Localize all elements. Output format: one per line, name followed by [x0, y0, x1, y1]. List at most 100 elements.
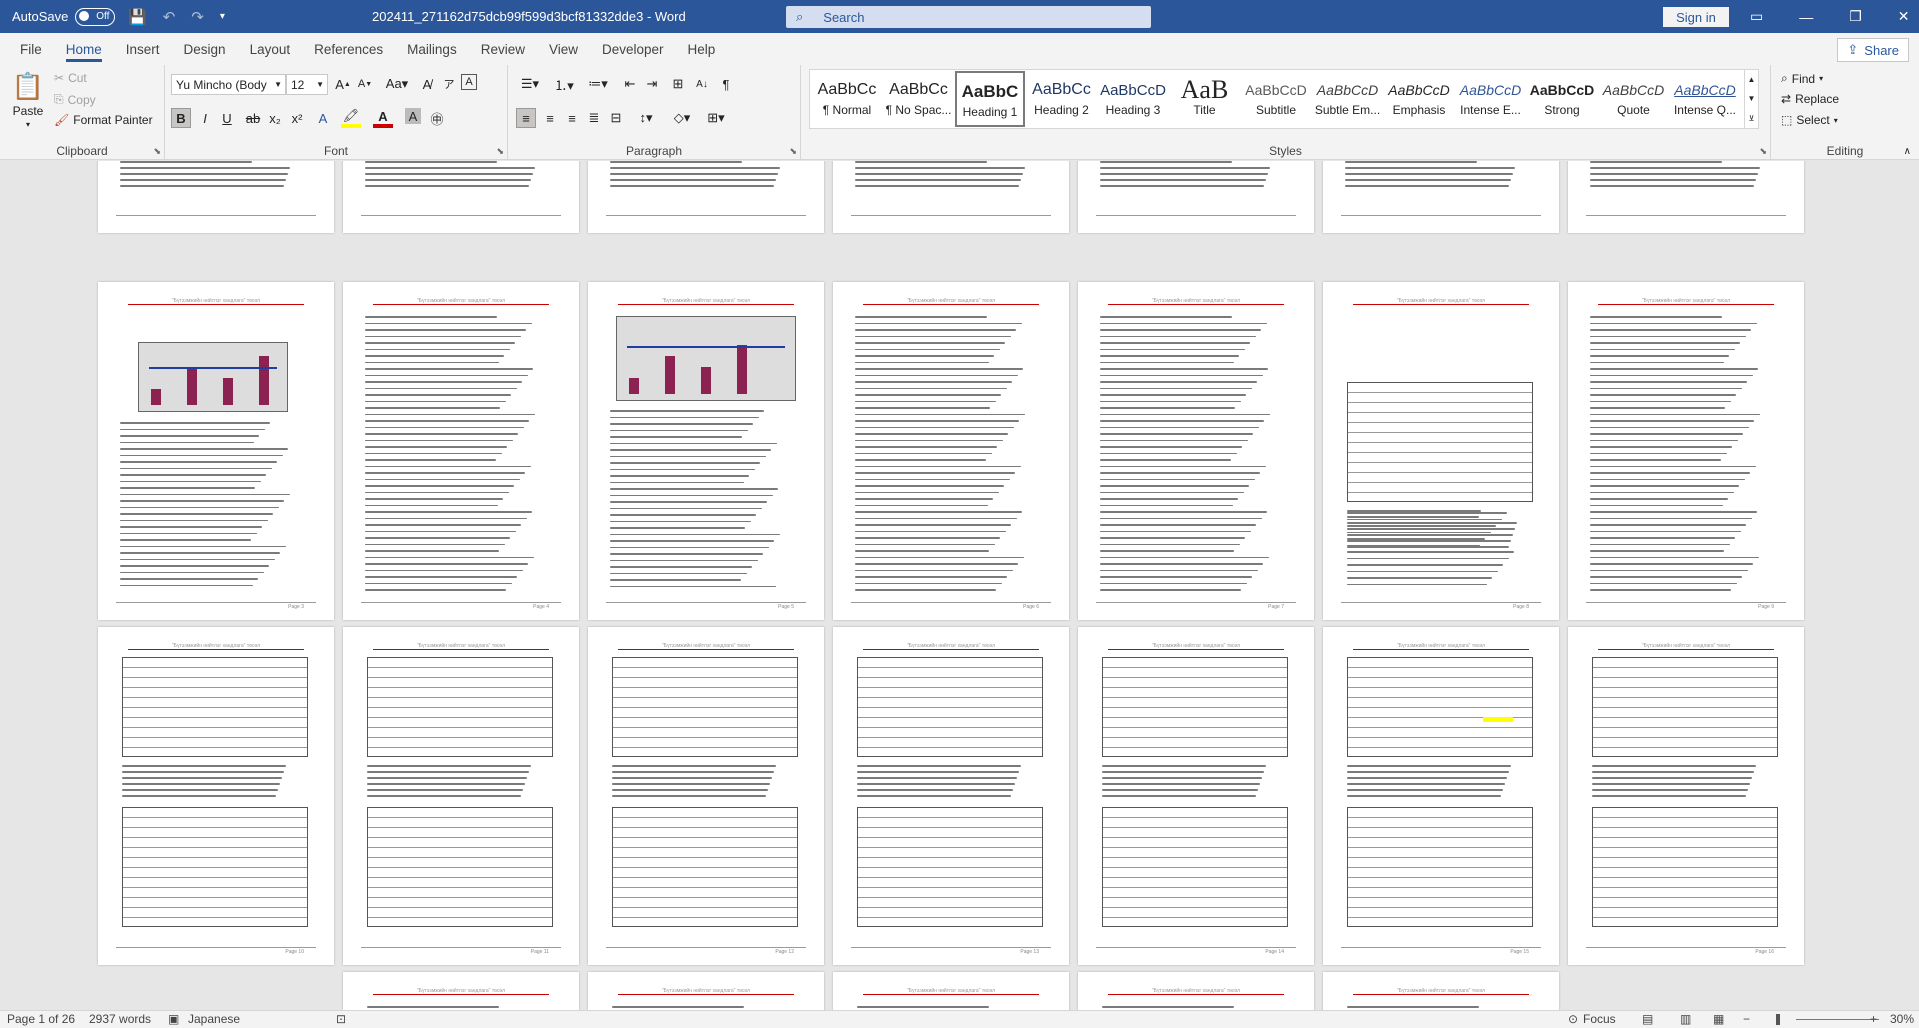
- save-icon[interactable]: 💾: [128, 8, 147, 26]
- cut-button[interactable]: ✂ Cut: [54, 71, 87, 85]
- style-subtitle[interactable]: AaBbCcD Subtitle: [1241, 71, 1311, 127]
- zoom-out-icon[interactable]: −: [1743, 1012, 1750, 1026]
- paragraph-launcher-icon[interactable]: ⬊: [789, 146, 797, 157]
- change-case-icon[interactable]: Aa▾: [383, 74, 411, 94]
- document-table[interactable]: [612, 807, 798, 927]
- document-page[interactable]: "Бүтээмжийн нийтлэг хандлага" төсөл Page …: [1323, 627, 1559, 965]
- document-page[interactable]: [588, 161, 824, 233]
- character-shading-icon[interactable]: A: [405, 108, 421, 124]
- font-launcher-icon[interactable]: ⬊: [496, 146, 504, 157]
- print-layout-icon[interactable]: ▥: [1680, 1012, 1691, 1026]
- line-spacing-icon[interactable]: ↕▾: [632, 108, 660, 128]
- chinese-layout-icon[interactable]: ⊞: [668, 74, 688, 94]
- document-table[interactable]: [612, 657, 798, 757]
- tab-home[interactable]: Home: [54, 33, 114, 65]
- close-icon[interactable]: ✕: [1898, 8, 1910, 25]
- styles-scroll[interactable]: ▲ ▼ ⊻: [1744, 70, 1758, 128]
- style-quote[interactable]: AaBbCcD Quote: [1599, 71, 1669, 127]
- numbering-icon[interactable]: ⒈▾: [550, 74, 578, 94]
- tab-references[interactable]: References: [302, 33, 395, 65]
- document-table[interactable]: [1592, 807, 1778, 927]
- style-heading-1[interactable]: AaBbC Heading 1: [955, 71, 1025, 127]
- distributed-icon[interactable]: ⊟: [606, 108, 626, 128]
- document-page[interactable]: "Бүтээмжийн нийтлэг хандлага" төсөл Page …: [1078, 282, 1314, 620]
- justify-icon[interactable]: ≣: [584, 108, 604, 128]
- find-button[interactable]: ⌕ Find ▾: [1781, 71, 1823, 86]
- undo-icon[interactable]: ↶: [163, 8, 176, 26]
- embedded-chart[interactable]: [616, 316, 796, 401]
- document-page[interactable]: "Бүтээмжийн нийтлэг хандлага" төсөл Page …: [98, 282, 334, 620]
- ribbon-display-icon[interactable]: ▭: [1750, 8, 1763, 25]
- format-painter-button[interactable]: 🖌 Format Painter: [54, 113, 153, 127]
- italic-icon[interactable]: I: [195, 108, 215, 128]
- zoom-in-icon[interactable]: +: [1870, 1012, 1877, 1026]
- font-color-icon[interactable]: A: [373, 108, 393, 128]
- document-table[interactable]: [367, 807, 553, 927]
- phonetic-guide-icon[interactable]: ア: [439, 74, 459, 94]
- decrease-indent-icon[interactable]: ⇤: [620, 74, 640, 94]
- document-table[interactable]: [857, 657, 1043, 757]
- document-page[interactable]: "Бүтээмжийн нийтлэг хандлага" төсөл Page …: [588, 282, 824, 620]
- sort-icon[interactable]: A↓: [692, 74, 712, 94]
- style-heading-2[interactable]: AaBbCc Heading 2: [1027, 71, 1097, 127]
- multilevel-list-icon[interactable]: ≔▾: [584, 74, 612, 94]
- document-table[interactable]: [122, 807, 308, 927]
- shrink-font-icon[interactable]: A ▼: [355, 74, 375, 94]
- document-table[interactable]: [1347, 657, 1533, 757]
- document-page[interactable]: "Бүтээмжийн нийтлэг хандлага" төсөл: [588, 972, 824, 1010]
- font-size-combo[interactable]: 12 ▼: [286, 74, 328, 95]
- document-page[interactable]: "Бүтээмжийн нийтлэг хандлага" төсөл: [1078, 972, 1314, 1010]
- align-right-icon[interactable]: ≡: [562, 108, 582, 128]
- character-border-icon[interactable]: A: [461, 74, 477, 90]
- underline-icon[interactable]: U: [217, 108, 237, 128]
- document-page[interactable]: "Бүтээмжийн нийтлэг хандлага" төсөл Page …: [1568, 627, 1804, 965]
- document-page[interactable]: "Бүтээмжийн нийтлэг хандлага" төсөл Page …: [833, 627, 1069, 965]
- focus-icon[interactable]: ⊙: [1568, 1012, 1578, 1026]
- style-subtle-em[interactable]: AaBbCcD Subtle Em...: [1313, 71, 1383, 127]
- document-page[interactable]: [343, 161, 579, 233]
- clipboard-launcher-icon[interactable]: ⬊: [153, 146, 161, 157]
- document-page[interactable]: [98, 161, 334, 233]
- collapse-ribbon-icon[interactable]: ∧: [1904, 146, 1911, 157]
- subscript-icon[interactable]: x₂: [265, 108, 285, 128]
- zoom-slider-thumb[interactable]: [1776, 1014, 1780, 1025]
- document-page[interactable]: "Бүтээмжийн нийтлэг хандлага" төсөл Page …: [1323, 282, 1559, 620]
- document-page[interactable]: "Бүтээмжийн нийтлэг хандлага" төсөл: [343, 972, 579, 1010]
- document-page[interactable]: [1568, 161, 1804, 233]
- document-page[interactable]: "Бүтээмжийн нийтлэг хандлага" төсөл Page …: [833, 282, 1069, 620]
- macro-recording-icon[interactable]: ⊡: [336, 1012, 346, 1026]
- redo-icon[interactable]: ↷: [191, 8, 204, 26]
- style-intense-q[interactable]: AaBbCcD Intense Q...: [1670, 71, 1740, 127]
- style-heading-3[interactable]: AaBbCcD Heading 3: [1098, 71, 1168, 127]
- borders-icon[interactable]: ⊞▾: [702, 108, 730, 128]
- replace-button[interactable]: ⇄ Replace: [1781, 92, 1839, 106]
- text-effects-icon[interactable]: A: [313, 108, 333, 128]
- zoom-slider[interactable]: [1796, 1019, 1879, 1020]
- strikethrough-icon[interactable]: ab: [243, 108, 263, 128]
- select-button[interactable]: ⬚ Select ▾: [1781, 113, 1838, 127]
- tab-developer[interactable]: Developer: [590, 33, 676, 65]
- document-page[interactable]: "Бүтээмжийн нийтлэг хандлага" төсөл Page …: [1078, 627, 1314, 965]
- clear-formatting-icon[interactable]: A̸: [417, 74, 437, 94]
- customize-qat-icon[interactable]: ▾: [220, 11, 225, 22]
- sign-in-button[interactable]: Sign in: [1663, 7, 1729, 27]
- style-emphasis[interactable]: AaBbCcD Emphasis: [1384, 71, 1454, 127]
- document-page[interactable]: "Бүтээмжийн нийтлэг хандлага" төсөл: [833, 972, 1069, 1010]
- document-table[interactable]: [1102, 657, 1288, 757]
- style-title[interactable]: AaB Title: [1170, 71, 1240, 127]
- highlight-icon[interactable]: 🖍: [341, 108, 361, 128]
- share-button[interactable]: ⇪ Share: [1837, 38, 1909, 62]
- bullets-icon[interactable]: ☰▾: [516, 74, 544, 94]
- document-page[interactable]: [1323, 161, 1559, 233]
- document-table[interactable]: [857, 807, 1043, 927]
- tab-view[interactable]: View: [537, 33, 590, 65]
- tab-help[interactable]: Help: [676, 33, 728, 65]
- grow-font-icon[interactable]: A ▲: [333, 74, 353, 94]
- tab-review[interactable]: Review: [469, 33, 537, 65]
- document-page[interactable]: "Бүтээмжийн нийтлэг хандлага" төсөл Page …: [1568, 282, 1804, 620]
- paste-button[interactable]: 📋 Paste ▾: [10, 71, 46, 129]
- focus-button[interactable]: Focus: [1583, 1012, 1616, 1026]
- show-marks-icon[interactable]: ¶: [716, 74, 736, 94]
- autosave-control[interactable]: AutoSave Off: [12, 0, 116, 33]
- align-left-icon[interactable]: ≡: [516, 108, 536, 128]
